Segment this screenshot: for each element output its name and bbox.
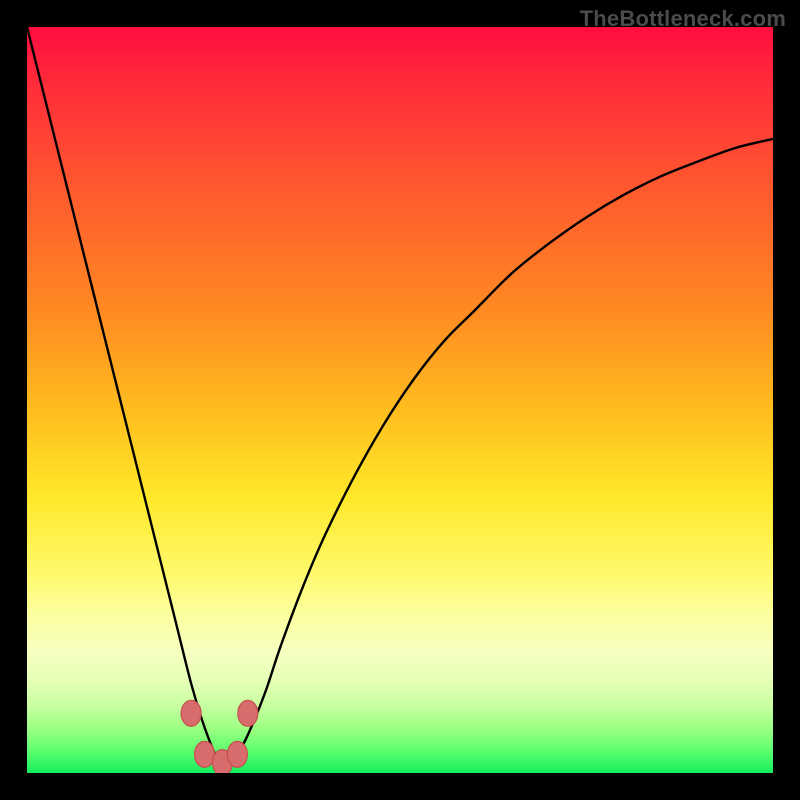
plot-area	[27, 27, 773, 773]
curve-marker	[181, 700, 201, 726]
curve-marker	[195, 741, 215, 767]
curve-layer	[27, 27, 773, 773]
watermark-text: TheBottleneck.com	[580, 6, 786, 32]
curve-marker	[238, 700, 258, 726]
chart-frame: TheBottleneck.com	[0, 0, 800, 800]
curve-marker	[227, 741, 247, 767]
bottleneck-curve	[27, 27, 773, 766]
